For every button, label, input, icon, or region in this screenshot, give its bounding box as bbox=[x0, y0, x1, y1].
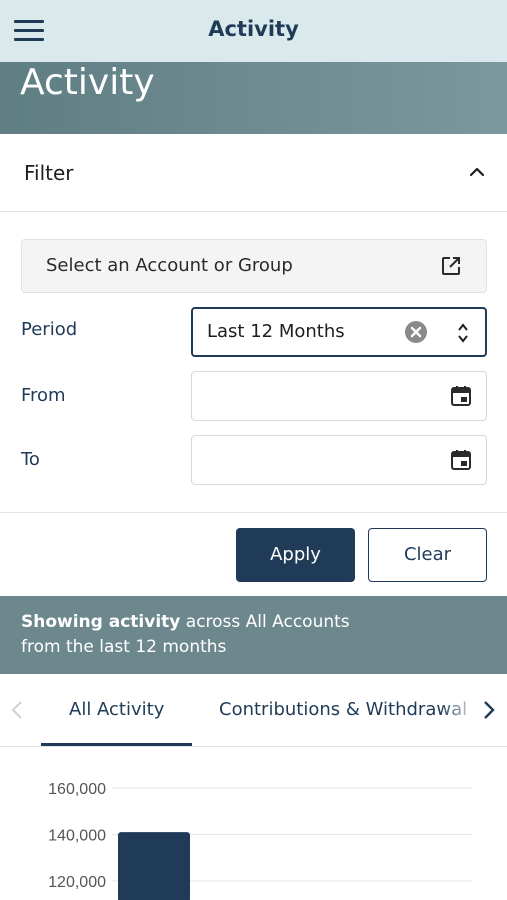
chevron-up-icon[interactable] bbox=[469, 164, 485, 180]
summary-line-2: from the last 12 months bbox=[21, 637, 227, 657]
activity-chart: 160,000 140,000 120,000 bbox=[0, 748, 507, 900]
page-title: Activity bbox=[20, 62, 155, 103]
summary-line-1: Showing activity across All Accounts bbox=[21, 612, 350, 632]
chart-bar[interactable] bbox=[118, 832, 190, 900]
tab-contributions-withdrawals[interactable]: Contributions & Withdrawal bbox=[219, 699, 467, 720]
filter-label: Filter bbox=[24, 161, 74, 185]
tab-fade bbox=[440, 674, 480, 746]
tab-active-indicator bbox=[41, 743, 192, 746]
chevron-left-icon[interactable] bbox=[10, 700, 24, 720]
clear-x-icon[interactable] bbox=[405, 321, 427, 343]
chart-y-tick-label: 140,000 bbox=[48, 828, 106, 845]
select-account-button[interactable]: Select an Account or Group bbox=[21, 239, 487, 293]
external-link-icon bbox=[442, 257, 460, 275]
activity-tabs: All Activity Contributions & Withdrawal bbox=[0, 674, 507, 747]
activity-summary-banner: Showing activity across All Accounts fro… bbox=[0, 596, 507, 674]
from-label: From bbox=[21, 385, 66, 406]
calendar-icon[interactable] bbox=[450, 385, 472, 407]
select-account-label: Select an Account or Group bbox=[46, 255, 293, 276]
summary-rest: across All Accounts bbox=[180, 612, 350, 632]
clear-button[interactable]: Clear bbox=[368, 528, 487, 582]
chevron-right-icon[interactable] bbox=[482, 700, 496, 720]
from-date-field[interactable] bbox=[191, 371, 487, 421]
calendar-icon[interactable] bbox=[450, 449, 472, 471]
summary-bold: Showing activity bbox=[21, 612, 181, 632]
to-label: To bbox=[21, 449, 40, 470]
filter-panel: Select an Account or Group Period Last 1… bbox=[0, 213, 507, 513]
up-down-icon bbox=[458, 323, 468, 343]
period-label: Period bbox=[21, 319, 78, 340]
period-select[interactable]: Last 12 Months bbox=[191, 307, 487, 357]
chart-y-tick-label: 120,000 bbox=[48, 874, 106, 891]
period-value: Last 12 Months bbox=[207, 321, 345, 342]
app-bar-title: Activity bbox=[208, 17, 299, 41]
activity-bar-chart: 160,000 140,000 120,000 bbox=[48, 781, 472, 900]
to-date-field[interactable] bbox=[191, 435, 487, 485]
tab-all-activity[interactable]: All Activity bbox=[69, 699, 164, 720]
filter-header[interactable]: Filter bbox=[0, 134, 507, 212]
apply-button[interactable]: Apply bbox=[236, 528, 355, 582]
filter-actions: Apply Clear bbox=[0, 514, 507, 596]
chart-y-tick-label: 160,000 bbox=[48, 781, 106, 798]
page-hero: Activity bbox=[0, 62, 507, 134]
top-app-bar: Activity bbox=[0, 0, 507, 62]
